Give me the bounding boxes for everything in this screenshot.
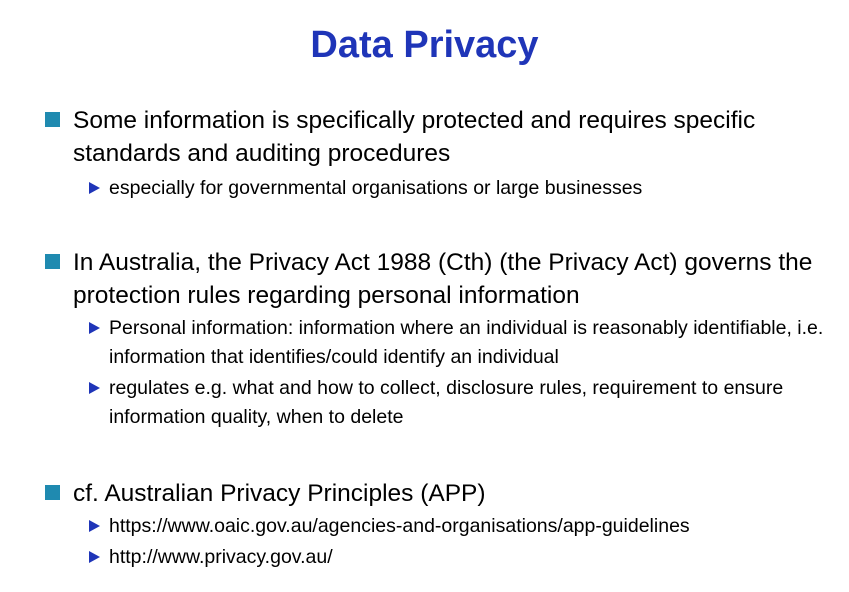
square-bullet-icon (45, 485, 60, 500)
sub-bullet-item: Personal information: information where … (40, 314, 840, 372)
sub-bullet-text: Personal information: information where … (109, 317, 824, 368)
sub-bullet-text: especially for governmental organisation… (109, 177, 643, 199)
slide-title: Data Privacy (310, 24, 539, 66)
link-app-guidelines[interactable]: https://www.oaic.gov.au/agencies-and-org… (109, 515, 690, 537)
link-privacy-gov[interactable]: http://www.privacy.gov.au/ (109, 546, 333, 568)
bullet-item: In Australia, the Privacy Act 1988 (Cth)… (40, 246, 840, 312)
bullet-text: cf. Australian Privacy Principles (APP) (73, 480, 486, 507)
bullet-group-1: Some information is specifically protect… (40, 104, 840, 203)
sub-bullet-item: regulates e.g. what and how to collect, … (40, 374, 840, 432)
sub-bullet-text: regulates e.g. what and how to collect, … (109, 377, 784, 428)
sub-bullet-item: especially for governmental organisation… (40, 174, 840, 203)
triangle-bullet-icon (89, 322, 100, 334)
bullet-group-2: In Australia, the Privacy Act 1988 (Cth)… (40, 246, 840, 432)
square-bullet-icon (45, 254, 60, 269)
bullet-text: Some information is specifically protect… (73, 107, 756, 167)
triangle-bullet-icon (89, 520, 100, 532)
square-bullet-icon (45, 112, 60, 127)
bullet-item: cf. Australian Privacy Principles (APP) (40, 477, 840, 510)
bullet-group-3: cf. Australian Privacy Principles (APP) … (40, 477, 840, 572)
triangle-bullet-icon (89, 182, 100, 194)
sub-bullet-item: http://www.privacy.gov.au/ (40, 543, 840, 572)
slide: Data Privacy Some information is specifi… (0, 0, 849, 592)
triangle-bullet-icon (89, 551, 100, 563)
triangle-bullet-icon (89, 382, 100, 394)
sub-bullet-item: https://www.oaic.gov.au/agencies-and-org… (40, 512, 840, 541)
bullet-item: Some information is specifically protect… (40, 104, 840, 170)
bullet-text: In Australia, the Privacy Act 1988 (Cth)… (73, 249, 813, 309)
